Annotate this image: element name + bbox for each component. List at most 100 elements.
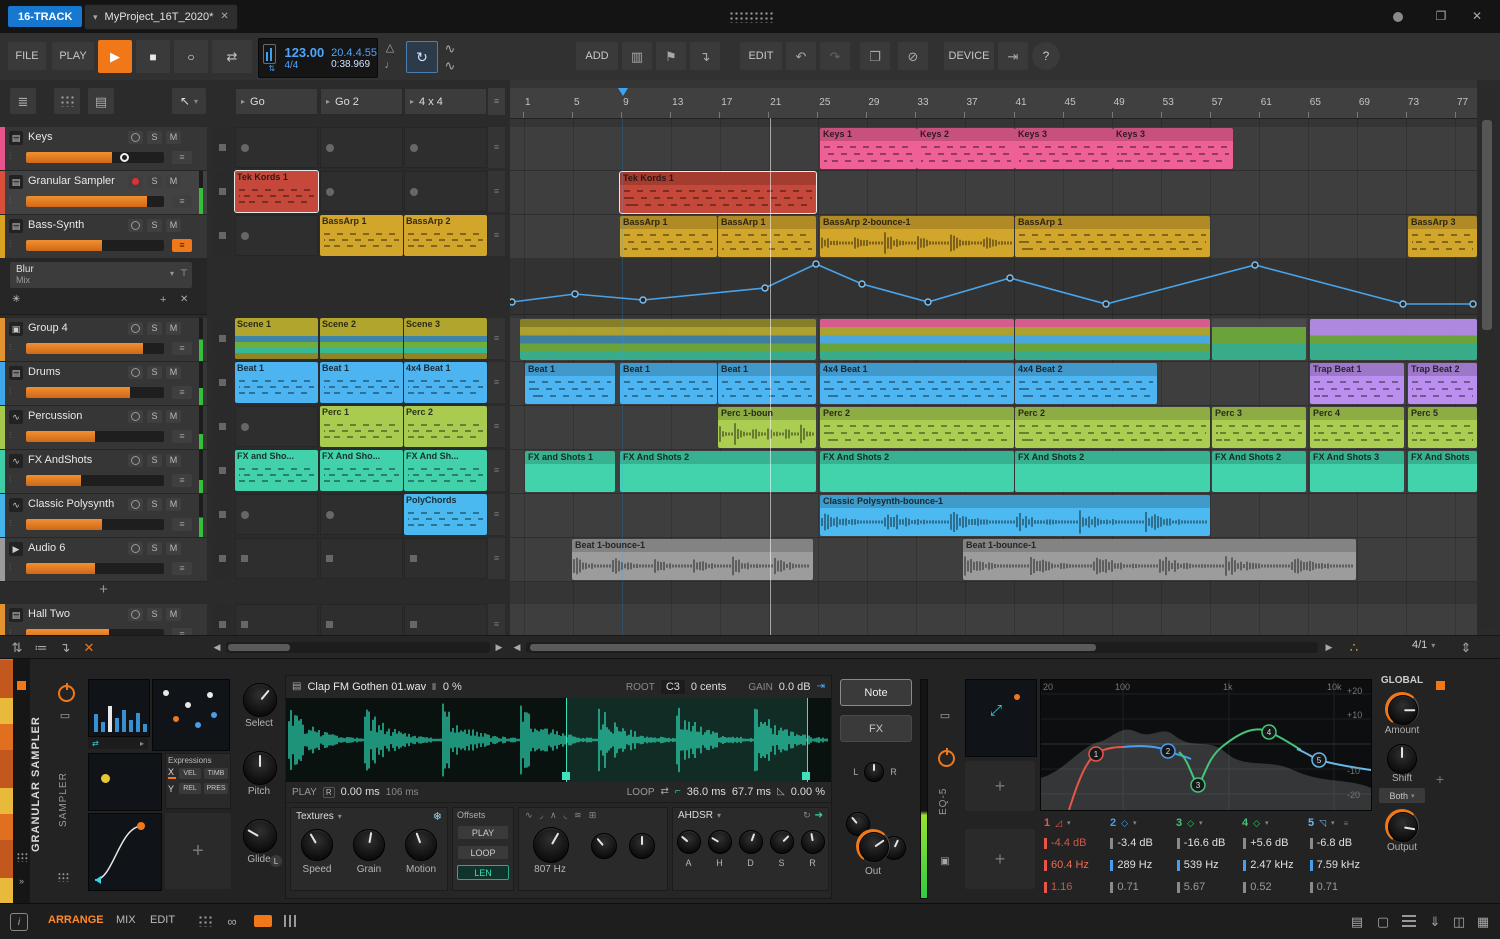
device-color-chip[interactable] [17, 681, 26, 690]
eq-q-value[interactable]: 1.16 [1040, 877, 1106, 897]
arranger-clip[interactable]: Tek Kords 1 [619, 171, 817, 214]
empty-clip-slot[interactable] [320, 494, 403, 535]
arranger-clip[interactable]: Keys 3 [1015, 128, 1113, 169]
panel-columns-icon[interactable] [284, 915, 298, 927]
project-tab[interactable]: ▾ MyProject_16T_2020* ✕ [84, 4, 238, 30]
env-route-icon[interactable]: ➔ [815, 810, 823, 821]
filter-notch-icon[interactable]: ≋ [574, 810, 582, 821]
loop-mode-icon[interactable]: ⇄ [661, 787, 669, 797]
humanize-icon[interactable]: ∿ [442, 58, 458, 72]
scene-play-icon[interactable]: ▸ [241, 97, 245, 106]
group-track-summary-clip[interactable] [820, 319, 1014, 360]
launcher-clip[interactable]: BassArp 2 [404, 215, 487, 256]
song-time[interactable]: 0:38.969 [331, 59, 377, 70]
vertical-scrollbar[interactable] [1479, 88, 1495, 628]
eq-freq-value[interactable]: 289 Hz [1106, 855, 1172, 875]
loop-length-value[interactable]: 67.7 ms [732, 786, 771, 798]
motion-knob[interactable] [405, 829, 437, 861]
band-high-shelf-icon[interactable]: ◹ [1319, 818, 1326, 829]
arranger-clip[interactable]: Beat 1-bounce-1 [963, 539, 1356, 580]
loop-start-handle[interactable] [562, 772, 570, 780]
loop-start-value[interactable]: 36.0 ms [687, 786, 726, 798]
clip-stop-button[interactable] [213, 362, 231, 403]
clip-row-handle[interactable]: ≡ [488, 215, 505, 256]
modulator-dice-display[interactable] [152, 679, 230, 751]
info-icon[interactable]: i [10, 913, 28, 931]
launcher-scroll-right-icon[interactable]: ▶ [492, 640, 506, 655]
loop-region[interactable] [566, 698, 808, 782]
expression-x-label[interactable]: X [168, 767, 176, 779]
volume-fader[interactable] [26, 431, 164, 442]
tab-close-icon[interactable]: ✕ [220, 12, 228, 22]
sampler-tab-label[interactable]: SAMPLER [58, 747, 69, 827]
track-name[interactable]: Granular Sampler [28, 175, 115, 187]
arranger-clip[interactable]: Trap Beat 2 [1408, 363, 1477, 404]
clip-row-handle[interactable]: ≡ [488, 538, 505, 579]
eq-gain-value[interactable]: -6.8 dB [1306, 833, 1372, 853]
mute-button[interactable]: M [166, 410, 181, 423]
arm-record-button[interactable] [128, 542, 143, 555]
track-header[interactable]: ▤ Hall Two S M ⫶ ≡ [0, 604, 207, 635]
arranger-clip[interactable]: FX And Shots 3 [1310, 451, 1404, 492]
track-header[interactable]: ▤ Keys S M ⫶ ≡ [0, 127, 207, 171]
filter-lp-icon[interactable]: ∿ [525, 810, 533, 821]
add-automation-lane-icon[interactable]: + [160, 294, 166, 306]
band-type-caret-icon[interactable]: ▾ [1067, 819, 1071, 827]
eq-add-modulator-button[interactable]: + [965, 761, 1035, 811]
mute-button[interactable]: M [166, 498, 181, 511]
launcher-clip[interactable]: FX and Sho... [235, 450, 318, 491]
eq-band-selector[interactable]: 5 ◹ ▾ ≡ [1304, 815, 1370, 831]
sample-file-icon[interactable]: ▤ [292, 682, 301, 692]
solo-button[interactable]: S [147, 131, 162, 144]
arranger-scrollbar[interactable] [526, 642, 1318, 653]
automation-device-selector[interactable]: Blur Mix ▾ ⊤ [10, 262, 192, 288]
eq-gain-value[interactable]: -3.4 dB [1106, 833, 1172, 853]
piano-panel-icon[interactable]: ▦ [1474, 913, 1492, 929]
band-type-caret-icon[interactable]: ▾ [1199, 819, 1203, 827]
speed-knob[interactable] [301, 829, 333, 861]
mute-button[interactable]: M [166, 175, 181, 188]
clip-stop-button[interactable] [213, 127, 231, 168]
band-type-caret-icon[interactable]: ▾ [1331, 819, 1335, 827]
waveform-display[interactable] [286, 698, 831, 782]
eq-q-value[interactable]: 5.67 [1173, 877, 1239, 897]
tuning-icon[interactable]: ♩ [382, 58, 398, 72]
loop-button[interactable]: ↻ [406, 41, 438, 73]
arranger-clip[interactable]: Beat 1 [620, 363, 717, 404]
arranger-clip[interactable]: FX And Shots 2 [820, 451, 1014, 492]
filter-settings-icon[interactable]: ⊞ [589, 810, 597, 821]
mute-button[interactable]: M [166, 131, 181, 144]
controller-display[interactable]: ⇅ [263, 43, 280, 73]
grain-knob[interactable] [353, 829, 385, 861]
track-name[interactable]: FX AndShots [28, 454, 92, 466]
active-display-profile-icon[interactable] [254, 915, 272, 927]
reverse-toggle[interactable]: R [322, 786, 335, 798]
select-knob[interactable] [243, 683, 277, 717]
glide-latch-badge[interactable]: L [270, 855, 282, 867]
arranger-scroll-right-icon[interactable]: ▶ [1322, 640, 1336, 655]
solo-button[interactable]: S [147, 542, 162, 555]
arranger-clip[interactable]: Perc 3 [1212, 407, 1306, 448]
arranger-clip[interactable]: Trap Beat 1 [1310, 363, 1404, 404]
offset-len-button[interactable]: LEN [457, 865, 509, 880]
track-menu-button[interactable]: ≡ [172, 239, 192, 252]
track-name[interactable]: Keys [28, 131, 52, 143]
resonance-knob[interactable] [591, 833, 617, 859]
follow-playhead-icon[interactable]: ↴ [56, 640, 74, 655]
sampler-drag-dots-icon[interactable] [57, 872, 69, 882]
mute-button[interactable]: M [166, 219, 181, 232]
group-track-summary-clip[interactable] [1310, 319, 1477, 360]
help-button[interactable]: ? [1032, 42, 1060, 70]
arranger-clip[interactable]: BassArp 1 [620, 216, 717, 257]
fx-section-button[interactable]: FX [840, 715, 912, 742]
eq-freq-value[interactable]: 7.59 kHz [1306, 855, 1372, 875]
empty-clip-slot[interactable] [235, 494, 318, 535]
add-instrument-track-icon[interactable]: ▥ [622, 42, 652, 70]
track-menu-button[interactable]: ≡ [172, 518, 192, 531]
dual-display-icon[interactable] [198, 915, 212, 927]
volume-fader[interactable] [26, 343, 164, 354]
volume-fader[interactable] [26, 387, 164, 398]
crossfade-toggle-icon[interactable]: ⇅ [8, 640, 26, 655]
arranger-clip[interactable]: Perc 2 [820, 407, 1014, 448]
sampler-display-toggle-icon[interactable]: ▭ [56, 709, 74, 723]
